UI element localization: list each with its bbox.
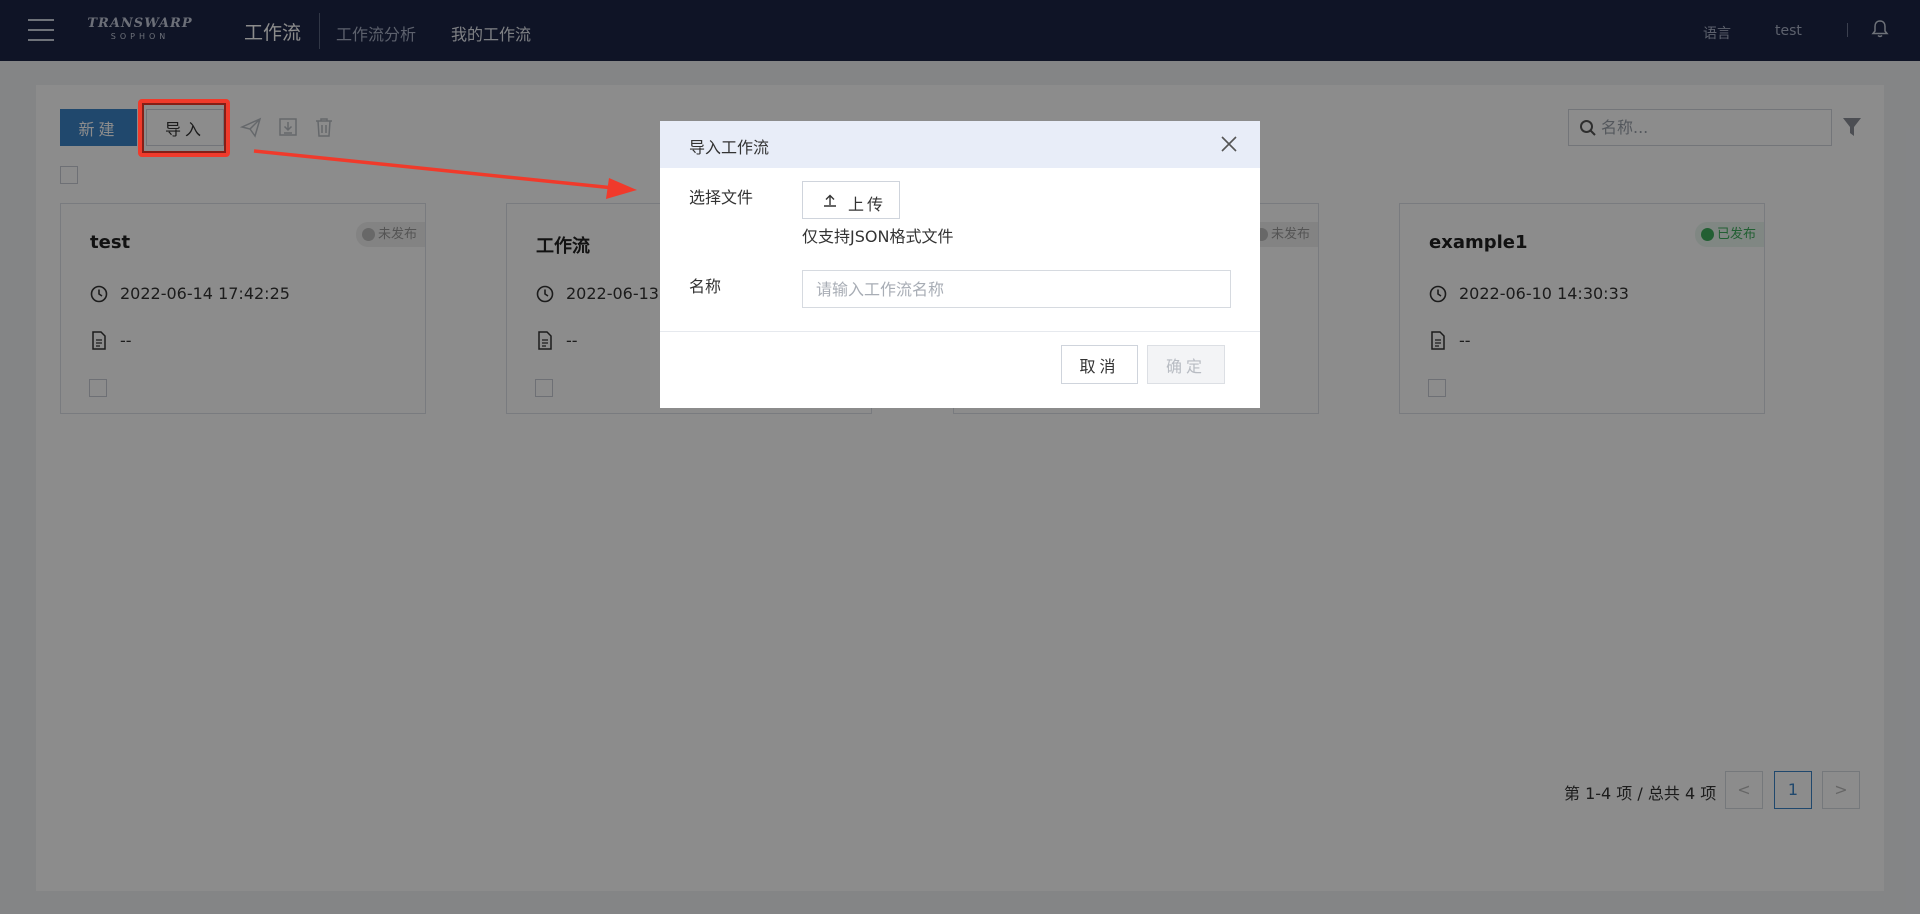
file-format-hint: 仅支持JSON格式文件 <box>802 227 954 246</box>
name-label: 名称 <box>689 277 722 296</box>
dialog-title: 导入工作流 <box>689 138 770 157</box>
file-label: 选择文件 <box>689 188 754 207</box>
upload-icon <box>824 194 836 207</box>
close-icon[interactable] <box>1218 133 1240 155</box>
dialog-divider <box>660 331 1260 332</box>
confirm-button[interactable]: 确定 <box>1147 345 1225 384</box>
dialog-header: 导入工作流 <box>660 121 1260 168</box>
import-workflow-dialog: 导入工作流 选择文件 上传 仅支持JSON格式文件 名称 取消 确定 <box>660 121 1260 408</box>
cancel-button[interactable]: 取消 <box>1061 345 1138 384</box>
workflow-name-input[interactable] <box>802 270 1231 308</box>
upload-label: 上传 <box>848 197 887 214</box>
upload-button[interactable]: 上传 <box>802 181 900 219</box>
